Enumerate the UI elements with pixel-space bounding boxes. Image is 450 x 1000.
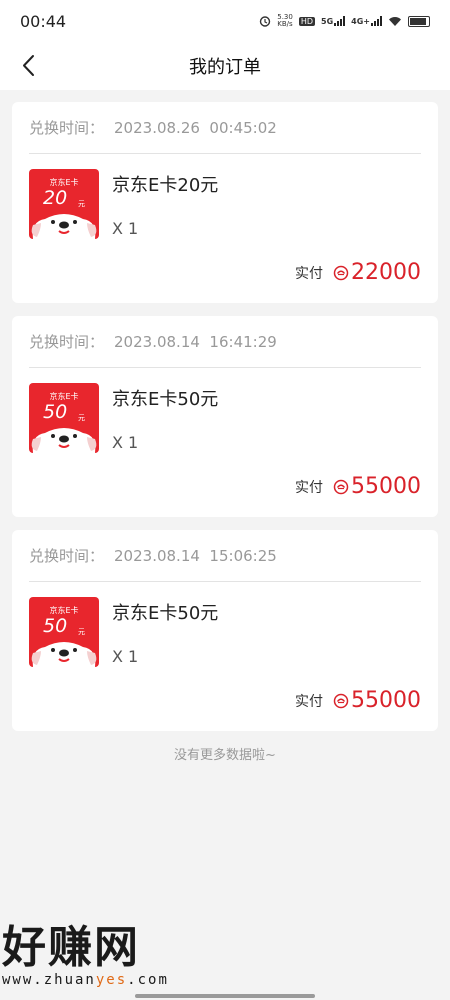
pay-row: 实付 55000 xyxy=(295,474,421,499)
order-time-row: 兑换时间： 2023.08.26 00:45:02 xyxy=(29,102,421,154)
product-qty: X 1 xyxy=(112,647,139,666)
order-card[interactable]: 兑换时间： 2023.08.26 00:45:02 京东E卡 20 元 京东E卡… xyxy=(12,102,438,303)
watermark: 好赚网 www.zhuanyes.com xyxy=(2,922,202,989)
order-body: 京东E卡 20 元 京东E卡20元 X 1 xyxy=(29,154,421,239)
pay-row: 实付 55000 xyxy=(295,688,421,713)
back-button[interactable] xyxy=(14,50,46,82)
product-qty: X 1 xyxy=(112,219,139,238)
status-time: 00:44 xyxy=(20,11,67,31)
pay-label: 实付 xyxy=(295,479,323,496)
coin-icon xyxy=(333,479,349,494)
product-info: 京东E卡20元 X 1 xyxy=(112,169,218,239)
product-name: 京东E卡50元 xyxy=(112,603,219,624)
coin-icon xyxy=(333,265,349,280)
watermark-url: www.zhuanyes.com xyxy=(2,972,169,988)
signal-4g: 4G+ xyxy=(351,16,382,26)
product-info: 京东E卡50元 X 1 xyxy=(112,597,218,667)
wifi-icon xyxy=(389,16,401,26)
product-qty: X 1 xyxy=(112,433,139,452)
product-image: 京东E卡 50 元 xyxy=(29,383,99,453)
status-bar: 00:44 5.30 KB/s HD 5G 4G+ xyxy=(0,0,450,42)
dog-mascot-icon xyxy=(31,642,97,667)
order-time-label: 兑换时间： xyxy=(29,547,105,565)
coin-icon xyxy=(333,693,349,708)
chevron-left-icon xyxy=(23,55,34,76)
order-card[interactable]: 兑换时间： 2023.08.14 15:06:25 京东E卡 50 元 京东E卡… xyxy=(12,530,438,731)
pay-label: 实付 xyxy=(295,265,323,282)
pay-value: 55000 xyxy=(351,474,421,499)
product-image: 京东E卡 50 元 xyxy=(29,597,99,667)
order-time-label: 兑换时间： xyxy=(29,333,105,351)
order-time-row: 兑换时间： 2023.08.14 16:41:29 xyxy=(29,316,421,368)
pay-label: 实付 xyxy=(295,693,323,710)
product-name: 京东E卡20元 xyxy=(112,175,219,196)
order-time: 2023.08.26 00:45:02 xyxy=(114,118,277,137)
net-speed: 5.30 KB/s xyxy=(277,13,293,28)
order-list: 兑换时间： 2023.08.26 00:45:02 京东E卡 20 元 京东E卡… xyxy=(0,90,450,763)
pay-value: 22000 xyxy=(351,260,421,285)
dog-mascot-icon xyxy=(31,428,97,453)
order-card[interactable]: 兑换时间： 2023.08.14 16:41:29 京东E卡 50 元 京东E卡… xyxy=(12,316,438,517)
alarm-icon xyxy=(260,16,271,27)
product-name: 京东E卡50元 xyxy=(112,389,219,410)
hd-badge: HD xyxy=(298,16,316,26)
signal-5g: 5G xyxy=(321,16,346,26)
page-title: 我的订单 xyxy=(189,57,261,78)
order-body: 京东E卡 50 元 京东E卡50元 X 1 xyxy=(29,582,421,667)
battery-icon xyxy=(408,15,430,27)
watermark-logo: 好赚网 xyxy=(2,922,140,973)
signal-bars-icon xyxy=(334,16,346,26)
no-more-text: 没有更多数据啦~ xyxy=(174,748,276,763)
order-time-label: 兑换时间： xyxy=(29,119,105,137)
signal-bars-icon xyxy=(371,16,382,26)
product-info: 京东E卡50元 X 1 xyxy=(112,383,218,453)
home-indicator[interactable] xyxy=(135,994,315,998)
pay-value: 55000 xyxy=(351,688,421,713)
order-time: 2023.08.14 15:06:25 xyxy=(114,546,277,565)
product-image: 京东E卡 20 元 xyxy=(29,169,99,239)
order-body: 京东E卡 50 元 京东E卡50元 X 1 xyxy=(29,368,421,453)
nav-bar: 我的订单 xyxy=(0,42,450,90)
pay-row: 实付 22000 xyxy=(295,260,421,285)
dog-mascot-icon xyxy=(31,214,97,239)
order-time: 2023.08.14 16:41:29 xyxy=(114,332,277,351)
status-icons: 5.30 KB/s HD 5G 4G+ xyxy=(259,14,430,28)
order-time-row: 兑换时间： 2023.08.14 15:06:25 xyxy=(29,530,421,582)
